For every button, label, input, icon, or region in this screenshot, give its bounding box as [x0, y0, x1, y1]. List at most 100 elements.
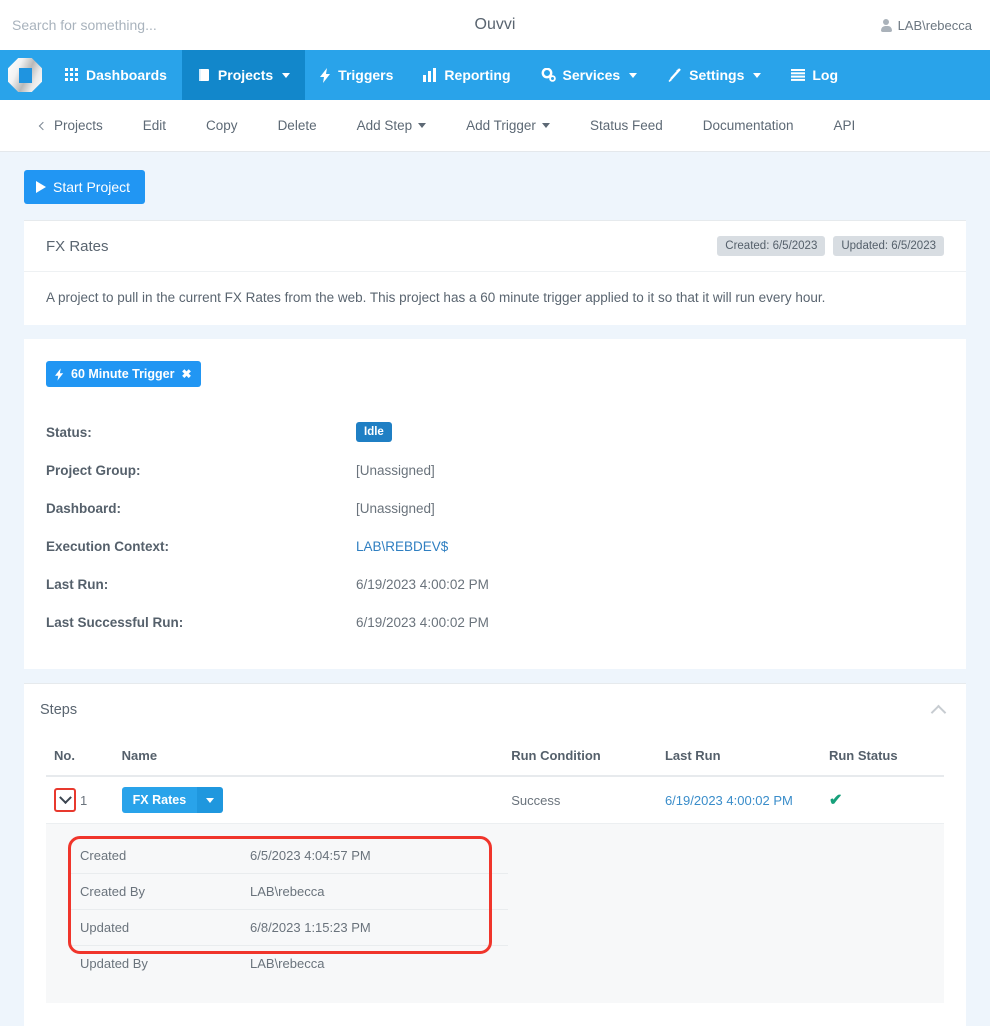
- remove-trigger-icon[interactable]: ✖: [182, 367, 192, 381]
- project-meta-badges: Created: 6/5/2023 Updated: 6/5/2023: [717, 236, 944, 256]
- gears-icon: [541, 68, 556, 82]
- chevron-down-icon: [58, 790, 72, 804]
- subnav-status-feed[interactable]: Status Feed: [570, 118, 683, 133]
- chevron-down-icon: [418, 123, 427, 128]
- field-value: [Unassigned]: [356, 500, 435, 516]
- column-header-last-run: Last Run: [656, 736, 821, 777]
- app-logo[interactable]: [0, 50, 50, 100]
- subnav-back-projects[interactable]: Projects: [20, 118, 123, 133]
- column-header-name: Name: [113, 736, 504, 777]
- subnav-add-step[interactable]: Add Step: [337, 118, 447, 133]
- nav-item-dashboards[interactable]: Dashboards: [50, 50, 182, 100]
- field-last-run: Last Run: 6/19/2023 4:00:02 PM: [46, 565, 944, 603]
- bolt-icon: [55, 367, 64, 381]
- chevron-up-icon[interactable]: [930, 704, 947, 720]
- ouvvi-logo-icon: [8, 58, 42, 92]
- nav-item-projects[interactable]: Projects: [181, 50, 306, 100]
- created-badge: Created: 6/5/2023: [717, 236, 826, 256]
- chevron-down-icon: [282, 72, 291, 78]
- action-toolbar: Start Project: [24, 152, 966, 220]
- nav-label: Projects: [217, 67, 274, 83]
- field-value: 6/19/2023 4:00:02 PM: [356, 576, 489, 592]
- chevron-down-icon: [753, 72, 762, 78]
- field-value: 6/19/2023 4:00:02 PM: [356, 614, 489, 630]
- nav-label: Dashboards: [86, 67, 167, 83]
- bar-chart-icon: [423, 68, 437, 82]
- detail-value: LAB\rebecca: [250, 956, 325, 971]
- step-details-table: Created 6/5/2023 4:04:57 PM Created By L…: [68, 838, 508, 981]
- subnav-label: API: [833, 118, 856, 133]
- project-fields: Status: Idle Project Group: [Unassigned]…: [46, 413, 944, 641]
- field-value: LAB\REBDEV$: [356, 539, 448, 554]
- field-label: Last Successful Run:: [46, 614, 184, 630]
- top-bar: Ouvvi LAB\rebecca: [0, 0, 990, 50]
- subnav-edit[interactable]: Edit: [123, 118, 186, 133]
- detail-value: 6/5/2023 4:04:57 PM: [238, 838, 508, 874]
- execution-context-link[interactable]: LAB\REBDEV$: [356, 539, 448, 554]
- subnav-label: Copy: [206, 118, 238, 133]
- field-execution-context: Execution Context: LAB\REBDEV$: [46, 527, 944, 565]
- bolt-icon: [320, 67, 331, 83]
- nav-item-reporting[interactable]: Reporting: [408, 50, 525, 100]
- step-last-run-link[interactable]: 6/19/2023 4:00:02 PM: [665, 793, 793, 808]
- detail-label: Created By: [68, 873, 238, 910]
- field-label: Dashboard:: [46, 500, 122, 516]
- search-input[interactable]: [10, 5, 310, 45]
- subnav-api[interactable]: API: [814, 118, 876, 133]
- field-label: Status:: [46, 424, 92, 440]
- expand-step-button[interactable]: [54, 788, 76, 812]
- subnav-add-trigger[interactable]: Add Trigger: [446, 118, 570, 133]
- table-row: 1 FX Rates Success 6/19/2023 4:00:02 PM …: [46, 776, 944, 824]
- steps-panel: Steps No. Name Run Condition Last Run Ru…: [24, 683, 966, 1026]
- user-menu[interactable]: LAB\rebecca: [880, 17, 972, 33]
- main-navigation: Dashboards Projects Triggers Reporting S…: [0, 50, 990, 100]
- column-header-run-status: Run Status: [820, 736, 944, 777]
- trigger-badge[interactable]: 60 Minute Trigger ✖: [46, 361, 201, 387]
- step-expanded-details: Created 6/5/2023 4:04:57 PM Created By L…: [46, 824, 944, 1003]
- book-icon: [198, 69, 209, 81]
- subnav-delete[interactable]: Delete: [258, 118, 337, 133]
- step-number-cell: 1: [46, 776, 114, 824]
- column-header-no: No.: [46, 736, 114, 777]
- nav-label: Triggers: [338, 67, 394, 83]
- detail-label: Updated By: [80, 956, 148, 971]
- detail-row: Created 6/5/2023 4:04:57 PM: [68, 838, 508, 874]
- subnav-copy[interactable]: Copy: [186, 118, 258, 133]
- subnav-documentation[interactable]: Documentation: [683, 118, 814, 133]
- step-number: 1: [80, 792, 88, 808]
- field-dashboard: Dashboard: [Unassigned]: [46, 489, 944, 527]
- chevron-down-icon: [206, 797, 215, 803]
- nav-label: Services: [562, 67, 621, 83]
- chevron-left-icon: [38, 121, 48, 130]
- list-icon: [791, 69, 806, 81]
- subnav-label: Projects: [54, 118, 103, 133]
- nav-item-triggers[interactable]: Triggers: [305, 50, 408, 100]
- field-last-successful-run: Last Successful Run: 6/19/2023 4:00:02 P…: [46, 603, 944, 641]
- step-run-status-cell: ✔: [820, 776, 944, 824]
- field-project-group: Project Group: [Unassigned]: [46, 451, 944, 489]
- nav-item-services[interactable]: Services: [526, 50, 653, 100]
- steps-panel-header: Steps: [24, 684, 966, 736]
- step-name-label[interactable]: FX Rates: [121, 787, 198, 813]
- status-badge: Idle: [356, 422, 392, 442]
- field-label: Project Group:: [46, 462, 141, 478]
- field-label: Last Run:: [46, 576, 109, 592]
- success-check-icon: ✔: [828, 792, 843, 809]
- play-icon: [36, 181, 46, 193]
- project-title: FX Rates: [46, 237, 109, 255]
- nav-item-settings[interactable]: Settings: [652, 50, 776, 100]
- detail-label: Created: [68, 838, 238, 874]
- subnav-label: Add Trigger: [466, 118, 536, 133]
- page-content: Start Project FX Rates Created: 6/5/2023…: [0, 152, 990, 1026]
- field-label: Execution Context:: [46, 538, 170, 554]
- sub-navigation: Projects Edit Copy Delete Add Step Add T…: [0, 100, 990, 152]
- nav-item-log[interactable]: Log: [776, 50, 853, 100]
- detail-value: LAB\rebecca: [238, 873, 508, 910]
- step-name-split-button[interactable]: FX Rates: [121, 787, 224, 813]
- step-menu-toggle[interactable]: [197, 787, 224, 813]
- user-name: LAB\rebecca: [897, 17, 972, 33]
- detail-row: Updated 6/8/2023 1:15:23 PM: [68, 909, 508, 946]
- start-project-button[interactable]: Start Project: [24, 170, 146, 204]
